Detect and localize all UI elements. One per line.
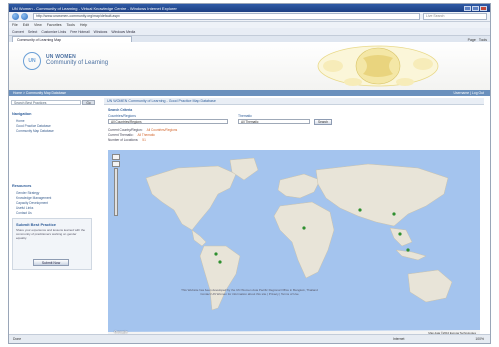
breadcrumb[interactable]: Home > Community Map Database — [13, 90, 66, 96]
sidebar-item-capacity[interactable]: Capacity Development — [16, 201, 48, 205]
menu-favorites[interactable]: Favorites — [47, 23, 62, 27]
sidebar-item-home[interactable]: Home — [16, 119, 25, 123]
navigation-bar: http://www.unwomen-community.org/map/def… — [9, 12, 490, 22]
map-marker — [398, 232, 402, 236]
menu-tools[interactable]: Tools — [67, 23, 75, 27]
title-bar: UN Women - Community of Learning - Virtu… — [9, 4, 490, 12]
close-button[interactable] — [480, 5, 487, 11]
submit-practice-box: Submit Best Practice Share your experien… — [12, 218, 92, 270]
zoom-out-button[interactable] — [112, 161, 120, 167]
site-banner: UN UN WOMEN Community of Learning — [9, 42, 490, 90]
page-footer: This Website has been developed by the U… — [9, 288, 490, 296]
submit-box-heading: Submit Best Practice — [16, 222, 57, 227]
sidebar-item-map-database[interactable]: Community Map Database — [16, 129, 54, 133]
filter-heading: Search Criteria — [108, 108, 133, 112]
stat-region-value: All Countries/Regions — [146, 128, 178, 132]
map-marker — [392, 212, 396, 216]
menu-edit[interactable]: Edit — [23, 23, 29, 27]
stat-count: Number of Locations: 51 — [108, 138, 146, 142]
filter-panel: Search Criteria Countries/Regions All Co… — [108, 108, 408, 148]
links-bar: Convert Select Customize Links Free Hotm… — [9, 28, 490, 36]
link-item[interactable]: Windows — [94, 30, 108, 34]
content-title: UN WOMEN Community of Learning - Good Pr… — [104, 98, 484, 105]
globe-graphic-icon — [317, 45, 439, 87]
sidebar-item-gender-strategy[interactable]: Gender Strategy — [16, 191, 39, 195]
un-logo-icon[interactable]: UN — [23, 52, 41, 70]
stat-count-value: 51 — [142, 138, 146, 142]
region-label: Countries/Regions — [108, 114, 136, 118]
zoom-level[interactable]: 100% — [475, 335, 484, 343]
address-bar[interactable]: http://www.unwomen-community.org/map/def… — [33, 13, 420, 20]
main-content: UN WOMEN Community of Learning - Good Pr… — [104, 98, 484, 338]
stat-count-label: Number of Locations: — [108, 138, 139, 142]
menu-file[interactable]: File — [12, 23, 18, 27]
submit-box-text: Share your experience and lessons learne… — [16, 228, 86, 240]
stat-region: Current Country/Region: All Countries/Reg… — [108, 128, 177, 132]
window-title: UN Women - Community of Learning - Virtu… — [12, 5, 177, 11]
stat-region-label: Current Country/Region: — [108, 128, 143, 132]
submit-now-button[interactable]: Submit Now — [33, 259, 69, 266]
browser-search-input[interactable]: Live Search — [423, 13, 487, 20]
brand-line-2: Community of Learning — [46, 60, 109, 66]
link-item[interactable]: Convert — [12, 30, 24, 34]
link-item[interactable]: Select — [28, 30, 37, 34]
site-brand: UN WOMEN Community of Learning — [46, 54, 108, 66]
minimize-button[interactable] — [464, 5, 471, 11]
link-item[interactable]: Customize Links — [41, 30, 66, 34]
footer-line-2[interactable]: Contact UN Women for information about t… — [9, 292, 490, 296]
forward-button[interactable] — [21, 13, 28, 20]
web-page: UN UN WOMEN Community of Learning Home >… — [9, 42, 490, 338]
menu-view[interactable]: View — [34, 23, 42, 27]
stat-thematic-value: All Thematic — [137, 133, 155, 137]
browser-window: UN Women - Community of Learning - Virtu… — [8, 3, 491, 344]
zone-indicator: Internet — [393, 337, 405, 341]
link-item[interactable]: Windows Media — [111, 30, 135, 34]
world-map[interactable]: Google Map data ©2010 Europa Technologie… — [108, 150, 480, 338]
region-select[interactable]: All Countries/Regions — [108, 119, 228, 124]
search-button[interactable]: Search — [314, 118, 332, 125]
thematic-label: Thematic — [238, 114, 252, 118]
user-links[interactable]: Username | Log Out — [454, 90, 484, 96]
logo-symbol: UN — [28, 58, 36, 64]
sidebar-heading-resources: Resources — [12, 184, 32, 188]
map-marker — [302, 226, 306, 230]
sidebar-go-button[interactable]: Go — [82, 100, 95, 105]
link-item[interactable]: Free Hotmail — [70, 30, 89, 34]
zoom-in-button[interactable] — [112, 154, 120, 160]
sidebar-heading-navigation: Navigation — [12, 112, 32, 116]
zoom-slider[interactable] — [114, 168, 118, 216]
stat-thematic-label: Current Thematic: — [108, 133, 134, 137]
sidebar-item-links[interactable]: Useful Links — [16, 206, 33, 210]
back-button[interactable] — [12, 13, 19, 20]
stat-thematic: Current Thematic: All Thematic — [108, 133, 155, 137]
map-marker — [214, 252, 218, 256]
map-zoom-control — [112, 154, 120, 224]
map-marker — [218, 260, 222, 264]
maximize-button[interactable] — [472, 5, 479, 11]
thematic-select[interactable]: All Thematic — [238, 119, 310, 124]
sub-navigation-bar: Home > Community Map Database Username |… — [9, 90, 490, 96]
menu-help[interactable]: Help — [80, 23, 87, 27]
map-marker — [406, 248, 410, 252]
sidebar: Search Best Practices Go Navigation Home… — [9, 98, 97, 335]
status-bar: Done Internet 100% — [9, 334, 490, 343]
map-canvas[interactable] — [108, 150, 480, 338]
map-marker — [358, 208, 362, 212]
sidebar-search-input[interactable]: Search Best Practices — [11, 100, 81, 105]
sidebar-item-good-practice[interactable]: Good Practice Database — [16, 124, 51, 128]
status-text: Done — [13, 337, 22, 341]
sidebar-item-knowledge[interactable]: Knowledge Management — [16, 196, 51, 200]
sidebar-item-contact[interactable]: Contact Us — [16, 211, 32, 215]
